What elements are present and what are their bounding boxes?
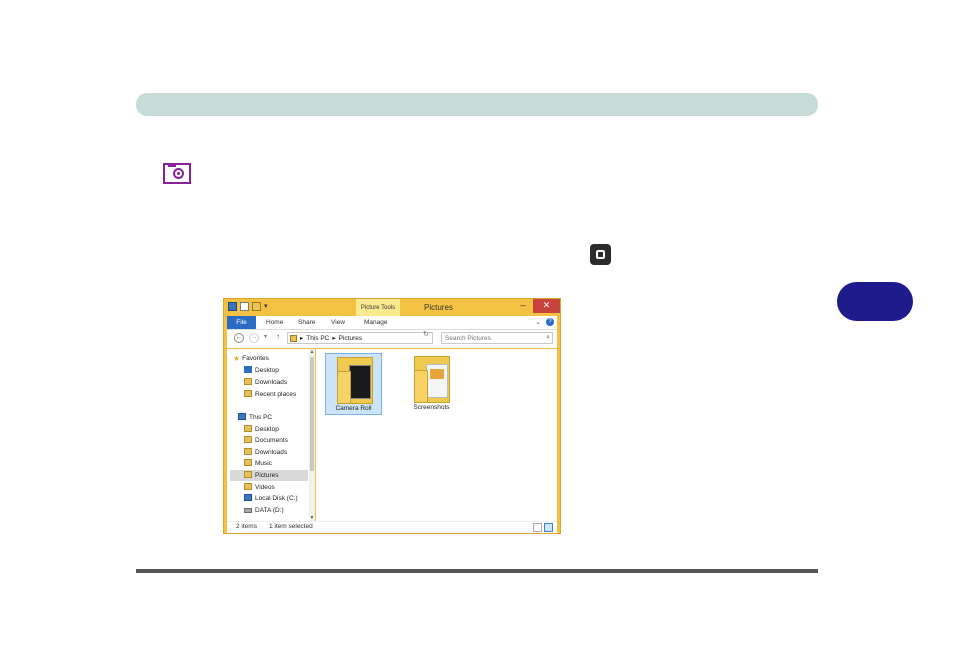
nav-data-d[interactable]: DATA (D:)	[244, 505, 284, 516]
nav-desktop[interactable]: Desktop	[244, 424, 279, 435]
star-icon: ★	[233, 354, 241, 363]
folder-icon	[244, 425, 252, 432]
nav-scrollbar[interactable]: ▲ ▼	[309, 349, 315, 521]
folder-icon	[244, 448, 252, 455]
folder-screenshots[interactable]: Screenshots	[403, 353, 460, 415]
help-icon[interactable]: ?	[546, 318, 554, 326]
camera-icon	[163, 163, 191, 184]
nav-music[interactable]: Music	[244, 458, 272, 469]
folder-camera-roll[interactable]: Camera Roll	[325, 353, 382, 415]
address-bar[interactable]: ▸ This PC ▸ Pictures	[287, 332, 433, 344]
folder-icon	[244, 471, 252, 478]
recent-locations-icon[interactable]: ▾	[264, 333, 267, 340]
status-bar: 2 items 1 item selected	[227, 521, 557, 533]
details-view-icon[interactable]	[533, 523, 542, 532]
chapter-tab	[837, 282, 913, 321]
folder-label: Screenshots	[413, 404, 450, 411]
folder-icon	[244, 436, 252, 443]
up-button[interactable]: ↑	[276, 332, 280, 341]
new-folder-icon[interactable]	[252, 302, 261, 311]
folder-icon	[244, 459, 252, 466]
tab-manage[interactable]: Manage	[364, 316, 388, 329]
drive-icon	[244, 508, 252, 513]
chevron-down-icon[interactable]: ▾	[264, 302, 270, 311]
nav-favorites[interactable]: ★ Favorites	[233, 353, 269, 364]
stop-icon	[590, 244, 611, 265]
desktop-icon	[244, 366, 252, 373]
nav-local-disk-c[interactable]: Local Disk (C:)	[244, 493, 298, 504]
nav-fav-recent-places[interactable]: Recent places	[244, 389, 296, 400]
search-icon[interactable]: ⌕	[546, 334, 550, 342]
explorer-window: ▾ Picture Tools Pictures – ✕ File Home S…	[223, 298, 561, 534]
tab-share[interactable]: Share	[298, 316, 315, 329]
breadcrumb-pictures[interactable]: Pictures	[339, 335, 362, 342]
item-count: 2 items	[236, 523, 257, 530]
new-document-icon[interactable]	[240, 302, 249, 311]
tab-home[interactable]: Home	[266, 316, 283, 329]
downloads-icon	[244, 378, 252, 385]
header-band	[136, 93, 818, 116]
large-icons-view-icon[interactable]	[544, 523, 553, 532]
forward-button[interactable]: →	[249, 333, 259, 343]
title-bar: ▾ Picture Tools Pictures – ✕	[224, 299, 560, 316]
recent-places-icon	[244, 390, 252, 397]
folder-icon	[337, 357, 373, 404]
pictures-location-icon	[290, 334, 297, 342]
selection-count: 1 item selected	[269, 523, 313, 530]
computer-icon	[238, 413, 246, 420]
nav-documents[interactable]: Documents	[244, 435, 288, 446]
refresh-icon[interactable]: ↻	[423, 330, 429, 338]
breadcrumb-this-pc[interactable]: This PC	[306, 335, 329, 342]
breadcrumb-sep: ▸	[300, 335, 304, 342]
picture-tools-context-tab: Picture Tools	[356, 299, 400, 316]
nav-fav-desktop[interactable]: Desktop	[244, 365, 279, 376]
navigation-pane: ★ Favorites Desktop Downloads Recent plac…	[227, 349, 315, 521]
nav-pictures[interactable]: Pictures	[230, 470, 308, 481]
close-button[interactable]: ✕	[533, 299, 560, 313]
folder-icon	[414, 356, 450, 403]
window-title: Pictures	[424, 303, 453, 312]
expand-ribbon-icon[interactable]: ⌄	[535, 318, 541, 326]
quick-access-toolbar: ▾	[228, 302, 270, 311]
breadcrumb-sep: ▸	[332, 335, 336, 342]
content-pane: Camera Roll Screenshots	[316, 349, 557, 521]
nav-videos[interactable]: Videos	[244, 482, 275, 493]
address-row: ← → ▾ ↑ ▸ This PC ▸ Pictures ↻ ⌕	[227, 330, 557, 348]
tab-view[interactable]: View	[331, 316, 345, 329]
scroll-up-icon[interactable]: ▲	[309, 349, 315, 355]
properties-icon[interactable]	[228, 302, 237, 311]
scroll-thumb[interactable]	[310, 357, 314, 471]
footer-rule	[136, 569, 818, 573]
folder-icon	[244, 483, 252, 490]
folder-label: Camera Roll	[335, 405, 372, 412]
nav-downloads[interactable]: Downloads	[244, 447, 287, 458]
drive-icon	[244, 494, 252, 501]
minimize-button[interactable]: –	[514, 299, 532, 313]
search-box[interactable]: ⌕	[441, 332, 553, 344]
search-input[interactable]	[442, 333, 540, 343]
tab-file[interactable]: File	[227, 316, 256, 329]
nav-fav-downloads[interactable]: Downloads	[244, 377, 287, 388]
ribbon-tabs: File Home Share View Manage ⌄ ?	[227, 316, 557, 330]
nav-this-pc[interactable]: This PC	[238, 412, 272, 423]
back-button[interactable]: ←	[234, 333, 244, 343]
